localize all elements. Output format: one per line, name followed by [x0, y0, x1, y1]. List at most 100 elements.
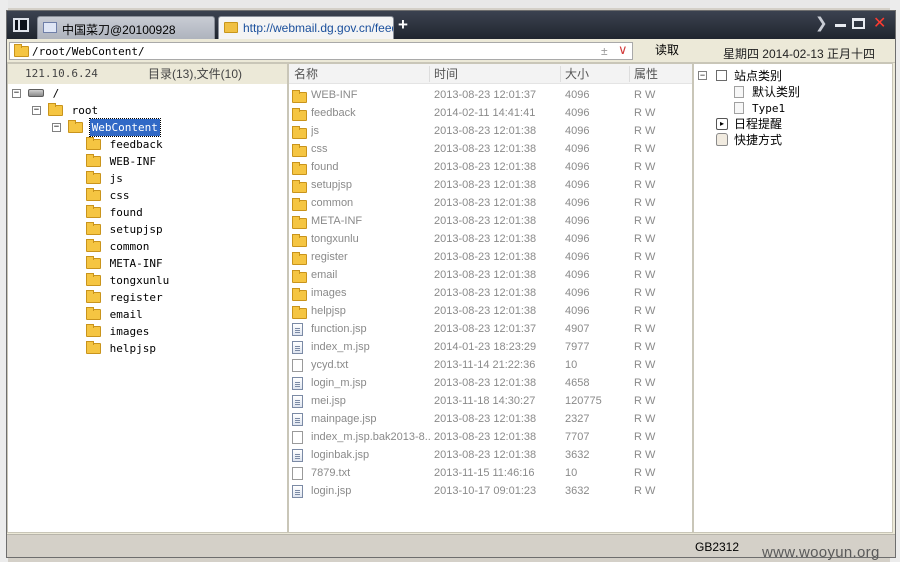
- read-button[interactable]: 读取: [640, 42, 694, 60]
- file-name: common: [311, 197, 354, 209]
- file-row[interactable]: register 2013-08-23 12:01:38 4096 R W: [289, 248, 692, 266]
- file-row[interactable]: mei.jsp 2013-11-18 14:30:27 120775 R W: [289, 392, 692, 410]
- file-row[interactable]: email 2013-08-23 12:01:38 4096 R W: [289, 266, 692, 284]
- file-name: index_m.jsp: [311, 341, 370, 353]
- file-size: 4907: [565, 323, 590, 335]
- file-row[interactable]: WEB-INF 2013-08-23 12:01:37 4096 R W: [289, 86, 692, 104]
- folder-icon: [68, 120, 83, 133]
- file-time: 2013-08-23 12:01:38: [434, 305, 537, 317]
- app-icon[interactable]: [13, 18, 29, 32]
- checkbox-icon[interactable]: [716, 70, 727, 81]
- path-input[interactable]: [32, 44, 592, 58]
- tree-node-images[interactable]: images: [86, 323, 151, 340]
- tree-node-default-category[interactable]: 默认类别: [734, 84, 800, 100]
- file-size: 4096: [565, 305, 590, 317]
- folder-icon: [86, 341, 101, 354]
- collapse-icon[interactable]: −: [698, 71, 707, 80]
- file-name: js: [311, 125, 319, 137]
- file-row[interactable]: index_m.jsp.bak2013-8... 2013-08-23 12:01…: [289, 428, 692, 446]
- tab-webmail[interactable]: http://webmail.dg.gov.cn/feedback/: [218, 16, 394, 39]
- file-attr: R W: [634, 395, 656, 407]
- file-size: 4096: [565, 125, 590, 137]
- hand-icon: [716, 133, 728, 146]
- column-header-size[interactable]: 大小: [565, 64, 589, 84]
- column-divider[interactable]: [629, 66, 630, 82]
- next-tab-icon[interactable]: ❯: [815, 14, 828, 34]
- file-row[interactable]: js 2013-08-23 12:01:38 4096 R W: [289, 122, 692, 140]
- file-row[interactable]: 7879.txt 2013-11-15 11:46:16 10 R W: [289, 464, 692, 482]
- collapse-icon[interactable]: −: [52, 123, 61, 132]
- tree-node-css[interactable]: css: [86, 187, 132, 204]
- file-size: 3632: [565, 485, 590, 497]
- file-size: 4096: [565, 215, 590, 227]
- tree-node-meta-inf[interactable]: META-INF: [86, 255, 165, 272]
- file-attr: R W: [634, 431, 656, 443]
- tab-label: 中国菜刀@20100928: [62, 23, 176, 37]
- file-row[interactable]: ycyd.txt 2013-11-14 21:22:36 10 R W: [289, 356, 692, 374]
- maximize-icon[interactable]: [852, 18, 865, 29]
- tree-node-email[interactable]: email: [86, 306, 145, 323]
- tree-node-setupjsp[interactable]: setupjsp: [86, 221, 165, 238]
- file-row[interactable]: css 2013-08-23 12:01:38 4096 R W: [289, 140, 692, 158]
- tree-node-schedule[interactable]: ▸ 日程提醒: [716, 116, 782, 132]
- tree-node-root[interactable]: − root: [32, 102, 100, 119]
- tree-node-label: feedback: [109, 138, 163, 151]
- file-size: 4096: [565, 89, 590, 101]
- file-row[interactable]: images 2013-08-23 12:01:38 4096 R W: [289, 284, 692, 302]
- file-name: email: [311, 269, 338, 281]
- column-header-name[interactable]: 名称: [294, 64, 318, 84]
- file-row[interactable]: loginbak.jsp 2013-08-23 12:01:38 3632 R W: [289, 446, 692, 464]
- address-bar: ± ∨ 读取 星期四 2014-02-13 正月十四: [7, 39, 895, 63]
- file-row[interactable]: setupjsp 2013-08-23 12:01:38 4096 R W: [289, 176, 692, 194]
- column-divider[interactable]: [560, 66, 561, 82]
- tree-node-js[interactable]: js: [86, 170, 125, 187]
- plus-minus-icon[interactable]: ±: [601, 44, 608, 58]
- file-row[interactable]: mainpage.jsp 2013-08-23 12:01:38 2327 R W: [289, 410, 692, 428]
- file-row[interactable]: feedback 2014-02-11 14:41:41 4096 R W: [289, 104, 692, 122]
- file-row[interactable]: helpjsp 2013-08-23 12:01:38 4096 R W: [289, 302, 692, 320]
- tree-node-found[interactable]: found: [86, 204, 145, 221]
- tree-node-tongxunlu[interactable]: tongxunlu: [86, 272, 171, 289]
- tab-chopper[interactable]: 中国菜刀@20100928: [37, 16, 215, 39]
- tree-node-root-drive[interactable]: − /: [12, 85, 61, 102]
- tree-node-label: 日程提醒: [734, 117, 783, 131]
- chevron-down-icon[interactable]: ∨: [618, 42, 628, 58]
- tree-node-shortcuts[interactable]: 快捷方式: [716, 132, 782, 148]
- file-size: 3632: [565, 449, 590, 461]
- collapse-icon[interactable]: −: [12, 89, 21, 98]
- file-size: 7707: [565, 431, 590, 443]
- file-row[interactable]: login.jsp 2013-10-17 09:01:23 3632 R W: [289, 482, 692, 500]
- tree-node-register[interactable]: register: [86, 289, 165, 306]
- path-combo[interactable]: ± ∨: [9, 42, 633, 60]
- file-attr: R W: [634, 161, 656, 173]
- tree-node-helpjsp[interactable]: helpjsp: [86, 340, 158, 357]
- collapse-icon[interactable]: −: [32, 106, 41, 115]
- column-header-attr[interactable]: 属性: [634, 64, 658, 84]
- tree-node-site-categories[interactable]: − 站点类别: [698, 68, 782, 84]
- close-icon[interactable]: ✕: [873, 14, 886, 34]
- tree-node-web-inf[interactable]: WEB-INF: [86, 153, 158, 170]
- file-attr: R W: [634, 449, 656, 461]
- column-header-time[interactable]: 时间: [434, 64, 458, 84]
- tree-node-common[interactable]: common: [86, 238, 151, 255]
- file-row[interactable]: META-INF 2013-08-23 12:01:38 4096 R W: [289, 212, 692, 230]
- tree-node-webcontent[interactable]: − WebContent: [52, 118, 161, 137]
- file-name: function.jsp: [311, 323, 367, 335]
- add-tab-icon[interactable]: +: [398, 15, 408, 35]
- column-divider[interactable]: [429, 66, 430, 82]
- minimize-icon[interactable]: [835, 24, 846, 27]
- tree-node-type1[interactable]: Type1: [734, 100, 785, 116]
- tree-node-feedback[interactable]: feedback: [86, 136, 165, 153]
- file-row[interactable]: common 2013-08-23 12:01:38 4096 R W: [289, 194, 692, 212]
- file-time: 2013-11-15 11:46:16: [434, 467, 535, 479]
- encoding-status[interactable]: GB2312: [695, 540, 739, 554]
- file-attr: R W: [634, 179, 656, 191]
- file-row[interactable]: tongxunlu 2013-08-23 12:01:38 4096 R W: [289, 230, 692, 248]
- file-row[interactable]: index_m.jsp 2014-01-23 18:23:29 7977 R W: [289, 338, 692, 356]
- file-name: setupjsp: [311, 179, 352, 191]
- file-row[interactable]: found 2013-08-23 12:01:38 4096 R W: [289, 158, 692, 176]
- file-row[interactable]: function.jsp 2013-08-23 12:01:37 4907 R W: [289, 320, 692, 338]
- file-row[interactable]: login_m.jsp 2013-08-23 12:01:38 4658 R W: [289, 374, 692, 392]
- folder-icon: [86, 324, 101, 337]
- file-time: 2013-08-23 12:01:37: [434, 89, 537, 101]
